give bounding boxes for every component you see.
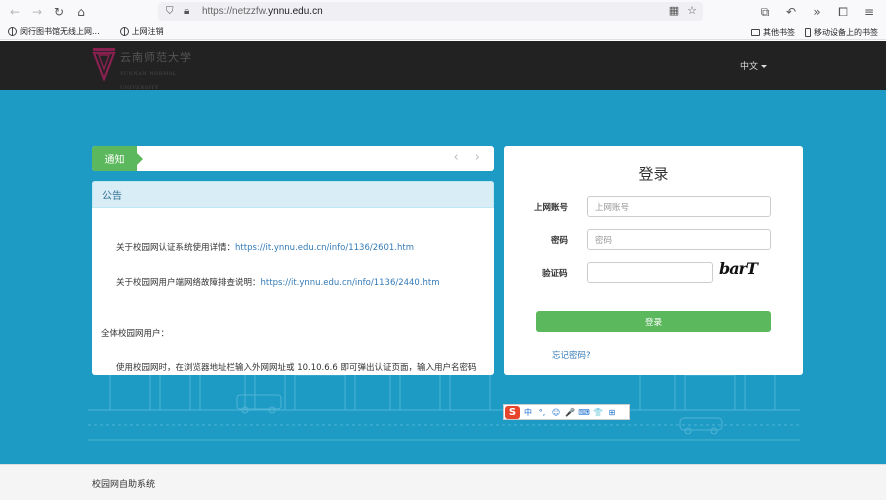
menu-icon[interactable]: ≡ xyxy=(858,2,880,22)
ime-emoji-icon[interactable]: ☺ xyxy=(550,408,562,417)
ime-keyboard-icon[interactable]: ⌨ xyxy=(578,408,590,417)
back-arrow-icon[interactable]: ← xyxy=(4,2,26,22)
forward-arrow-icon[interactable]: → xyxy=(26,2,48,22)
ime-chinese-mode[interactable]: 中 xyxy=(522,407,534,418)
bookmark-label: 闵行图书馆无线上网... xyxy=(20,27,100,36)
ime-microphone-icon[interactable]: 🎤 xyxy=(564,408,576,417)
folder-icon xyxy=(751,28,760,36)
announcement-line: 关于校园网用户端网络故障排查说明：https://it.ynnu.edu.cn/… xyxy=(116,278,440,288)
notice-nav-arrows[interactable]: ‹ › xyxy=(453,150,486,165)
captcha-image[interactable]: barT xyxy=(719,259,759,281)
bookmark-label: 移动设备上的书签 xyxy=(814,27,878,37)
address-bar[interactable]: ⛉ 🔒︎ https://netzzfw.ynnu.edu.cn ▦ ☆ xyxy=(158,2,703,21)
bookmark-label: 上网注销 xyxy=(131,27,164,36)
announcement-panel: 公告 关于校园网认证系统使用详情：https://it.ynnu.edu.cn/… xyxy=(92,181,494,375)
site-header: 云南师范大学 YUNNAN NORMAL UNIVERSITY 中文 xyxy=(0,41,886,91)
bookmark-label: 其他书签 xyxy=(763,27,795,37)
ime-punctuation-icon[interactable]: °, xyxy=(536,408,548,417)
bookmark-item[interactable]: 闵行图书馆无线上网... xyxy=(8,26,100,37)
forgot-password-link[interactable]: 忘记密码? xyxy=(552,349,591,361)
login-title: 登录 xyxy=(638,165,669,183)
home-icon[interactable]: ⌂ xyxy=(70,2,92,22)
ime-toolbar[interactable]: S 中 °, ☺ 🎤 ⌨ 👕 ⊞ xyxy=(503,404,630,420)
password-input[interactable]: 密码 xyxy=(587,229,771,250)
announcement-body: 关于校园网认证系统使用详情：https://it.ynnu.edu.cn/inf… xyxy=(92,208,494,375)
announcement-line: 使用校园网时，在浏览器地址栏输入外网网址或 10.10.6.6 即可弹出认证页面… xyxy=(116,363,477,373)
notice-tab: 通知 xyxy=(92,146,143,171)
caret-down-icon xyxy=(761,65,768,68)
account-input[interactable]: 上网账号 xyxy=(587,196,771,217)
language-selector[interactable]: 中文 xyxy=(740,59,768,72)
browser-toolbar: ← → ↻ ⌂ ⛉ 🔒︎ https://netzzfw.ynnu.edu.cn… xyxy=(0,0,886,24)
login-panel: 登录 上网账号 上网账号 密码 密码 验证码 barT 登录 忘记密码? xyxy=(504,146,803,375)
url-text[interactable]: https://netzzfw.ynnu.edu.cn xyxy=(202,6,323,17)
globe-icon xyxy=(119,27,129,36)
ime-skin-icon[interactable]: 👕 xyxy=(592,408,604,417)
shield-icon[interactable]: ⛉ xyxy=(166,6,178,17)
extensions-icon[interactable]: ⧠ xyxy=(832,2,854,22)
announcement-heading: 公告 xyxy=(92,181,494,208)
overflow-chevron-icon[interactable]: » xyxy=(806,2,828,22)
announcement-line: 关于校园网认证系统使用详情：https://it.ynnu.edu.cn/inf… xyxy=(116,243,415,253)
university-logo xyxy=(92,48,116,81)
bookmarks-bar: 闵行图书馆无线上网... 上网注销 其他书签 移动设备上的书签 xyxy=(0,24,886,40)
screenshot-icon[interactable]: ⧉ xyxy=(754,2,776,22)
mobile-icon xyxy=(805,27,811,37)
bookmark-star-icon[interactable]: ☆ xyxy=(687,4,697,17)
captcha-label: 验证码 xyxy=(542,269,568,279)
footer: 校园网自助系统 xyxy=(0,464,886,500)
globe-icon xyxy=(8,27,17,36)
announcement-line: 全体校园网用户： xyxy=(101,329,170,339)
ime-logo-icon[interactable]: S xyxy=(505,405,520,419)
footer-text: 校园网自助系统 xyxy=(92,480,156,490)
mobile-bookmarks[interactable]: 移动设备上的书签 xyxy=(805,27,878,38)
ime-toolbox-icon[interactable]: ⊞ xyxy=(606,408,618,417)
undo-icon[interactable]: ↶ xyxy=(780,2,802,22)
password-label: 密码 xyxy=(551,236,569,246)
notice-bar: 通知 ‹ › xyxy=(92,146,494,171)
main-area: 通知 ‹ › 公告 关于校园网认证系统使用详情：https://it.ynnu.… xyxy=(0,90,886,464)
announcement-link[interactable]: https://it.ynnu.edu.cn/info/1136/2601.ht… xyxy=(235,243,414,253)
lock-icon[interactable]: 🔒︎ xyxy=(184,6,196,17)
other-bookmarks[interactable]: 其他书签 xyxy=(751,27,795,38)
login-button[interactable]: 登录 xyxy=(536,311,771,332)
reload-icon[interactable]: ↻ xyxy=(48,2,70,22)
announcement-link[interactable]: https://it.ynnu.edu.cn/info/1136/2440.ht… xyxy=(261,278,440,288)
account-label: 上网账号 xyxy=(534,203,569,213)
qr-code-icon[interactable]: ▦ xyxy=(669,4,679,17)
bookmark-item[interactable]: 上网注销 xyxy=(119,26,164,37)
logo-text: 云南师范大学 YUNNAN NORMAL UNIVERSITY xyxy=(120,51,192,91)
captcha-input[interactable] xyxy=(587,262,713,283)
